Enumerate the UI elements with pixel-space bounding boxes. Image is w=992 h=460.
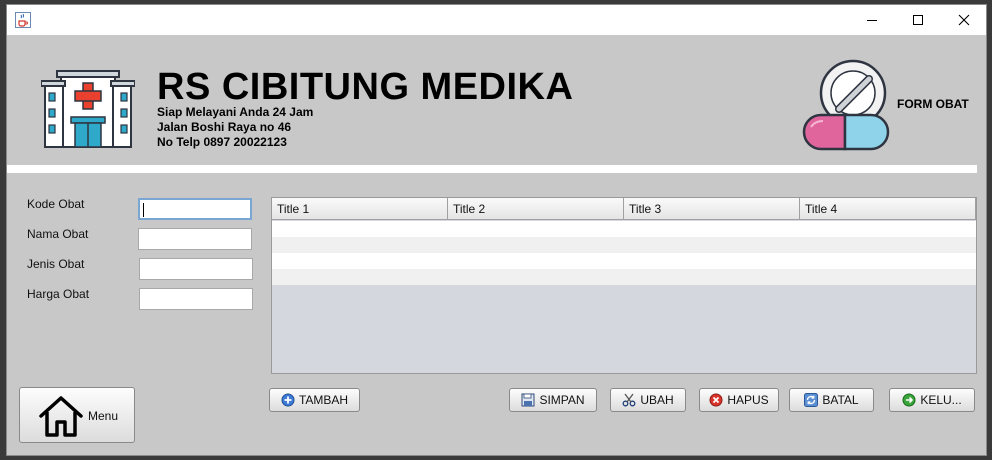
hapus-button[interactable]: HAPUS — [699, 388, 779, 412]
title-bar[interactable] — [7, 5, 986, 35]
table-cell[interactable] — [624, 253, 800, 269]
hospital-name: RS CIBITUNG MEDIKA — [157, 66, 574, 108]
scissors-icon — [622, 393, 636, 407]
home-icon — [39, 396, 83, 437]
column-header[interactable]: Title 2 — [448, 198, 624, 220]
maximize-button[interactable] — [895, 5, 941, 35]
table-cell[interactable] — [800, 269, 976, 285]
table-cell[interactable] — [624, 221, 800, 237]
ubah-button[interactable]: UBAH — [610, 388, 686, 412]
form-title: FORM OBAT — [897, 97, 969, 111]
keluar-button[interactable]: KELU... — [889, 388, 975, 412]
hospital-building-icon — [41, 70, 135, 148]
exit-icon — [902, 393, 916, 407]
menu-button[interactable]: Menu — [19, 387, 135, 443]
address: Jalan Boshi Raya no 46 — [157, 120, 292, 134]
kode-obat-input[interactable] — [138, 198, 252, 220]
harga-obat-label: Harga Obat — [27, 287, 90, 301]
table-cell[interactable] — [448, 253, 624, 269]
jenis-obat-input[interactable] — [139, 258, 253, 280]
table-cell[interactable] — [272, 253, 448, 269]
table-row[interactable] — [272, 221, 976, 237]
refresh-icon — [804, 393, 819, 407]
save-icon — [521, 393, 535, 407]
table-row[interactable] — [272, 269, 976, 285]
table-cell[interactable] — [448, 237, 624, 253]
table-cell[interactable] — [800, 221, 976, 237]
close-button[interactable] — [941, 5, 986, 35]
table-cell[interactable] — [448, 269, 624, 285]
table-cell[interactable] — [624, 269, 800, 285]
tambah-label: TAMBAH — [298, 393, 349, 407]
table-cell[interactable] — [800, 237, 976, 253]
nama-obat-label: Nama Obat — [27, 227, 89, 241]
batal-label: BATAL — [822, 393, 859, 407]
simpan-label: SIMPAN — [539, 393, 585, 407]
delete-icon — [709, 393, 723, 407]
harga-obat-input[interactable] — [139, 288, 253, 310]
table-cell[interactable] — [272, 221, 448, 237]
column-header[interactable]: Title 4 — [800, 198, 976, 220]
maximize-icon — [913, 15, 923, 25]
close-icon — [958, 14, 970, 26]
table-row[interactable] — [272, 237, 976, 253]
obat-table[interactable]: Title 1 Title 2 Title 3 Title 4 — [271, 197, 977, 374]
menu-button-label: Menu — [88, 409, 119, 423]
table-cell[interactable] — [272, 269, 448, 285]
java-cup-icon — [15, 12, 31, 28]
add-icon — [281, 393, 295, 407]
tagline: Siap Melayani Anda 24 Jam — [157, 105, 314, 119]
medicine-capsule-icon — [802, 59, 890, 151]
nama-obat-input[interactable] — [138, 228, 252, 250]
jenis-obat-label: Jenis Obat — [27, 257, 85, 271]
text-caret — [143, 203, 144, 217]
minimize-button[interactable] — [849, 5, 895, 35]
phone-number: No Telp 0897 20022123 — [157, 135, 287, 149]
table-cell[interactable] — [272, 237, 448, 253]
table-header: Title 1 Title 2 Title 3 Title 4 — [272, 198, 976, 220]
simpan-button[interactable]: SIMPAN — [509, 388, 597, 412]
form-obat-window: RS CIBITUNG MEDIKA Siap Melayani Anda 24… — [6, 4, 987, 456]
table-cell[interactable] — [448, 221, 624, 237]
table-row[interactable] — [272, 253, 976, 269]
hapus-label: HAPUS — [727, 393, 769, 407]
keluar-label: KELU... — [920, 393, 962, 407]
ubah-label: UBAH — [640, 393, 674, 407]
table-cell[interactable] — [624, 237, 800, 253]
column-header[interactable]: Title 1 — [272, 198, 448, 220]
minimize-icon — [867, 20, 877, 21]
column-header[interactable]: Title 3 — [624, 198, 800, 220]
header-divider — [7, 165, 977, 173]
batal-button[interactable]: BATAL — [789, 388, 874, 412]
tambah-button[interactable]: TAMBAH — [269, 388, 360, 412]
kode-obat-label: Kode Obat — [27, 197, 85, 211]
table-cell[interactable] — [800, 253, 976, 269]
